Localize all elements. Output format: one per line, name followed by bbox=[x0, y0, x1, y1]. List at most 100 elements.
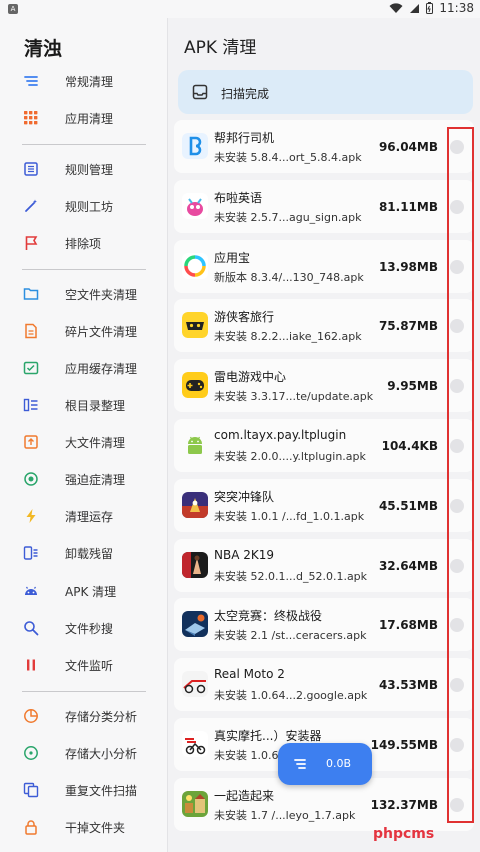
folder-icon bbox=[23, 286, 39, 302]
battery-icon bbox=[426, 2, 434, 14]
bangbang-app-icon bbox=[182, 133, 208, 159]
lightning-icon bbox=[23, 508, 39, 524]
watermark: phpcms bbox=[373, 826, 435, 842]
sidebar-item[interactable]: 清理运存 bbox=[0, 499, 168, 533]
apk-name: 布啦英语 bbox=[214, 190, 263, 205]
apk-list-item[interactable]: NBA 2K19 未安装 52.0.1...d_52.0.1.apk 32.64MB bbox=[174, 538, 474, 592]
sidebar-item[interactable]: 强迫症清理 bbox=[0, 462, 168, 496]
sidebar-item-label: 常规清理 bbox=[65, 74, 114, 89]
apk-name: 应用宝 bbox=[214, 250, 251, 265]
sidebar-item[interactable]: 根目录整理 bbox=[0, 388, 168, 422]
sidebar-item[interactable]: 文件监听 bbox=[0, 648, 168, 682]
youxiake-app-icon bbox=[182, 312, 208, 339]
sidebar-item[interactable]: APK 清理 bbox=[0, 574, 168, 608]
apk-size: 13.98MB bbox=[378, 259, 438, 274]
apk-name: 一起造起来 bbox=[214, 788, 275, 803]
inbox-icon bbox=[192, 84, 208, 100]
sidebar-item[interactable]: 重复文件扫描 bbox=[0, 773, 168, 807]
apk-detail: 未安装 3.3.17...te/update.apk bbox=[214, 390, 374, 404]
sidebar-item[interactable]: 卸载残留 bbox=[0, 536, 168, 570]
apk-name: 太空竞赛：终极战役 bbox=[214, 609, 323, 624]
sidebar-item[interactable]: 应用缓存清理 bbox=[0, 351, 168, 385]
sidebar-item[interactable]: 排除项 bbox=[0, 226, 168, 260]
yingyongbao-app-icon bbox=[182, 252, 208, 279]
sidebar-item-label: 卸载残留 bbox=[65, 546, 114, 561]
apk-size: 45.51MB bbox=[378, 498, 438, 513]
duplicate-icon bbox=[23, 782, 39, 798]
apk-list-item[interactable]: 突突冲锋队未安装 1.0.1 /...fd_1.0.1.apk 45.51MB bbox=[174, 478, 474, 532]
sidebar-item-label: 文件监听 bbox=[65, 658, 114, 673]
apk-size: 17.68MB bbox=[378, 618, 438, 633]
apk-size: 32.64MB bbox=[378, 558, 438, 573]
status-icons: 11:38 bbox=[389, 1, 474, 15]
apk-list-item[interactable]: 帮邦行司机 未安装 5.8.4...ort_5.8.4.apk 96.04MB bbox=[174, 120, 474, 173]
apk-detail: 未安装 5.8.4...ort_5.8.4.apk bbox=[214, 151, 362, 164]
sidebar-item[interactable]: 常规清理 bbox=[0, 64, 168, 98]
app-grid-icon bbox=[23, 110, 39, 126]
clean-lines-icon bbox=[294, 759, 306, 769]
apk-size: 132.37MB bbox=[370, 797, 438, 812]
sidebar-divider bbox=[22, 269, 146, 270]
apk-detail: 未安装 2.5.7...agu_sign.apk bbox=[214, 210, 362, 224]
clean-lines-icon bbox=[23, 73, 39, 89]
apk-detail: 未安装 1.0.1 /...fd_1.0.1.apk bbox=[214, 509, 365, 523]
sidebar-item[interactable]: 存储大小分析 bbox=[0, 736, 168, 770]
big-file-icon bbox=[23, 434, 39, 450]
apk-name: com.ltayx.pay.ltplugin bbox=[214, 428, 347, 442]
apk-name: 真实摩托...）安装器 bbox=[214, 729, 322, 743]
android-icon bbox=[23, 583, 39, 599]
sidebar-item[interactable]: 存储分类分析 bbox=[0, 699, 168, 733]
signal-icon bbox=[409, 3, 420, 14]
status-bar: A 11:38 bbox=[0, 0, 480, 18]
gamepad-app-icon bbox=[182, 372, 208, 399]
apk-list-item[interactable]: com.ltayx.pay.ltplugin 未安装 2.0.0....y.ltp… bbox=[174, 419, 474, 472]
sidebar-item[interactable]: 应用清理 bbox=[0, 101, 168, 135]
apk-detail: 未安装 52.0.1...d_52.0.1.apk bbox=[214, 569, 368, 583]
scan-status-text: 扫描完成 bbox=[221, 87, 270, 101]
wifi-icon bbox=[389, 2, 403, 14]
sidebar-item-label: 根目录整理 bbox=[65, 398, 126, 413]
sidebar-item[interactable]: 文件秒搜 bbox=[0, 611, 168, 645]
search-icon bbox=[23, 620, 39, 636]
apk-list-item[interactable]: 应用宝新版本 8.3.4/...130_748.apk 13.98MB bbox=[174, 239, 474, 293]
sidebar-item[interactable]: 大文件清理 bbox=[0, 425, 168, 459]
sidebar-item-label: 大文件清理 bbox=[65, 435, 126, 450]
apk-list-item[interactable]: 布啦英语未安装 2.5.7...agu_sign.apk 81.11MB bbox=[174, 179, 474, 233]
sidebar-item-label: APK 清理 bbox=[65, 584, 117, 599]
apk-list-item[interactable]: 一起造起来 未安装 1.7 /...leyo_1.7.apk 132.37MB bbox=[174, 777, 474, 831]
apk-list-item[interactable]: 雷电游戏中心 未安装 3.3.17...te/update.apk 9.95MB bbox=[174, 359, 474, 413]
uninstall-icon bbox=[23, 545, 39, 561]
sidebar-item[interactable]: 规则管理 bbox=[0, 152, 168, 186]
pie-chart-icon bbox=[23, 708, 39, 724]
sidebar-item[interactable]: 规则工坊 bbox=[0, 189, 168, 223]
sidebar-item[interactable]: 碎片文件清理 bbox=[0, 314, 168, 348]
notification-app-icon: A bbox=[8, 4, 18, 14]
apk-size: 149.55MB bbox=[370, 738, 438, 752]
lock-icon bbox=[23, 819, 39, 835]
apk-list-item[interactable]: 游侠客旅行 未安装 8.2.2...iake_162.apk 75.87MB bbox=[174, 299, 474, 353]
apk-list-item[interactable]: Real Moto 2 未安装 1.0.64...2.google.apk 43.5… bbox=[174, 658, 474, 712]
sidebar-divider bbox=[22, 144, 146, 145]
clock: 11:38 bbox=[439, 1, 474, 15]
apk-size: 75.87MB bbox=[378, 319, 438, 334]
cache-icon bbox=[23, 360, 39, 376]
page-title: APK 清理 bbox=[184, 38, 257, 58]
apk-name: 突突冲锋队 bbox=[214, 489, 275, 504]
app-screen: A 11:38 清浊 常规清理 应用清理 规则管理 规则工坊 排除项 空文件夹清理 碎片文件… bbox=[0, 0, 480, 852]
apk-size: 81.11MB bbox=[378, 199, 438, 214]
sidebar-item-label: 空文件夹清理 bbox=[65, 287, 138, 302]
nba-app-icon bbox=[182, 551, 208, 578]
sidebar-item[interactable]: 干掉文件夹 bbox=[0, 810, 168, 844]
flag-icon bbox=[23, 235, 39, 251]
apk-detail: 未安装 1.0.64...2.google.apk bbox=[214, 689, 368, 703]
apk-name: 雷电游戏中心 bbox=[214, 370, 287, 385]
apk-list-item[interactable]: 太空竞赛：终极战役未安装 2.1 /st...ceracers.apk 17.68… bbox=[174, 598, 474, 652]
fab-size-label: 0.0B bbox=[326, 757, 352, 770]
storage-size-icon bbox=[23, 745, 39, 761]
sidebar: 清浊 常规清理 应用清理 规则管理 规则工坊 排除项 空文件夹清理 碎片文件清理 应用缓存清理… bbox=[0, 18, 168, 852]
apk-detail: 未安装 2.1 /st...ceracers.apk bbox=[214, 629, 367, 643]
apk-detail: 新版本 8.3.4/...130_748.apk bbox=[214, 270, 364, 284]
sidebar-item[interactable]: 空文件夹清理 bbox=[0, 277, 168, 311]
clean-fab-button[interactable]: 0.0B bbox=[278, 743, 372, 785]
sidebar-item-label: 文件秒搜 bbox=[65, 621, 114, 636]
